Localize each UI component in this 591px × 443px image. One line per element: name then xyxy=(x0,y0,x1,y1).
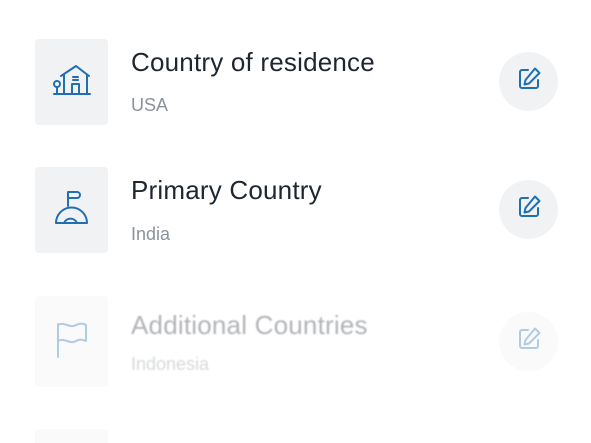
flag-icon xyxy=(52,319,92,364)
pin-location-icon xyxy=(52,188,92,233)
list-item-partial xyxy=(0,400,591,443)
country-settings-list: Country of residence USA Primary Country xyxy=(0,0,591,443)
edit-country-of-residence-button[interactable] xyxy=(499,52,558,111)
edit-additional-countries-button[interactable] xyxy=(499,312,558,371)
additional-countries-value: Indonesia xyxy=(131,354,210,374)
list-item-primary-country: Primary Country India xyxy=(0,140,591,270)
edit-icon xyxy=(516,194,542,225)
edit-primary-country-button[interactable] xyxy=(499,180,558,239)
residence-icon-tile xyxy=(35,39,108,125)
primary-country-value: India xyxy=(131,224,171,244)
additional-countries-icon-tile xyxy=(35,296,108,387)
list-item-additional-countries: Additional Countries Indonesia xyxy=(0,270,591,400)
partial-icon-tile xyxy=(35,429,108,443)
country-of-residence-value: USA xyxy=(131,95,169,115)
country-of-residence-title: Country of residence xyxy=(131,47,375,77)
edit-icon xyxy=(516,326,542,357)
additional-countries-title: Additional Countries xyxy=(131,310,368,340)
list-item-country-of-residence: Country of residence USA xyxy=(0,0,591,140)
primary-country-title: Primary Country xyxy=(131,175,322,205)
primary-country-icon-tile xyxy=(35,167,108,253)
edit-icon xyxy=(516,66,542,97)
residence-house-icon xyxy=(52,62,92,103)
